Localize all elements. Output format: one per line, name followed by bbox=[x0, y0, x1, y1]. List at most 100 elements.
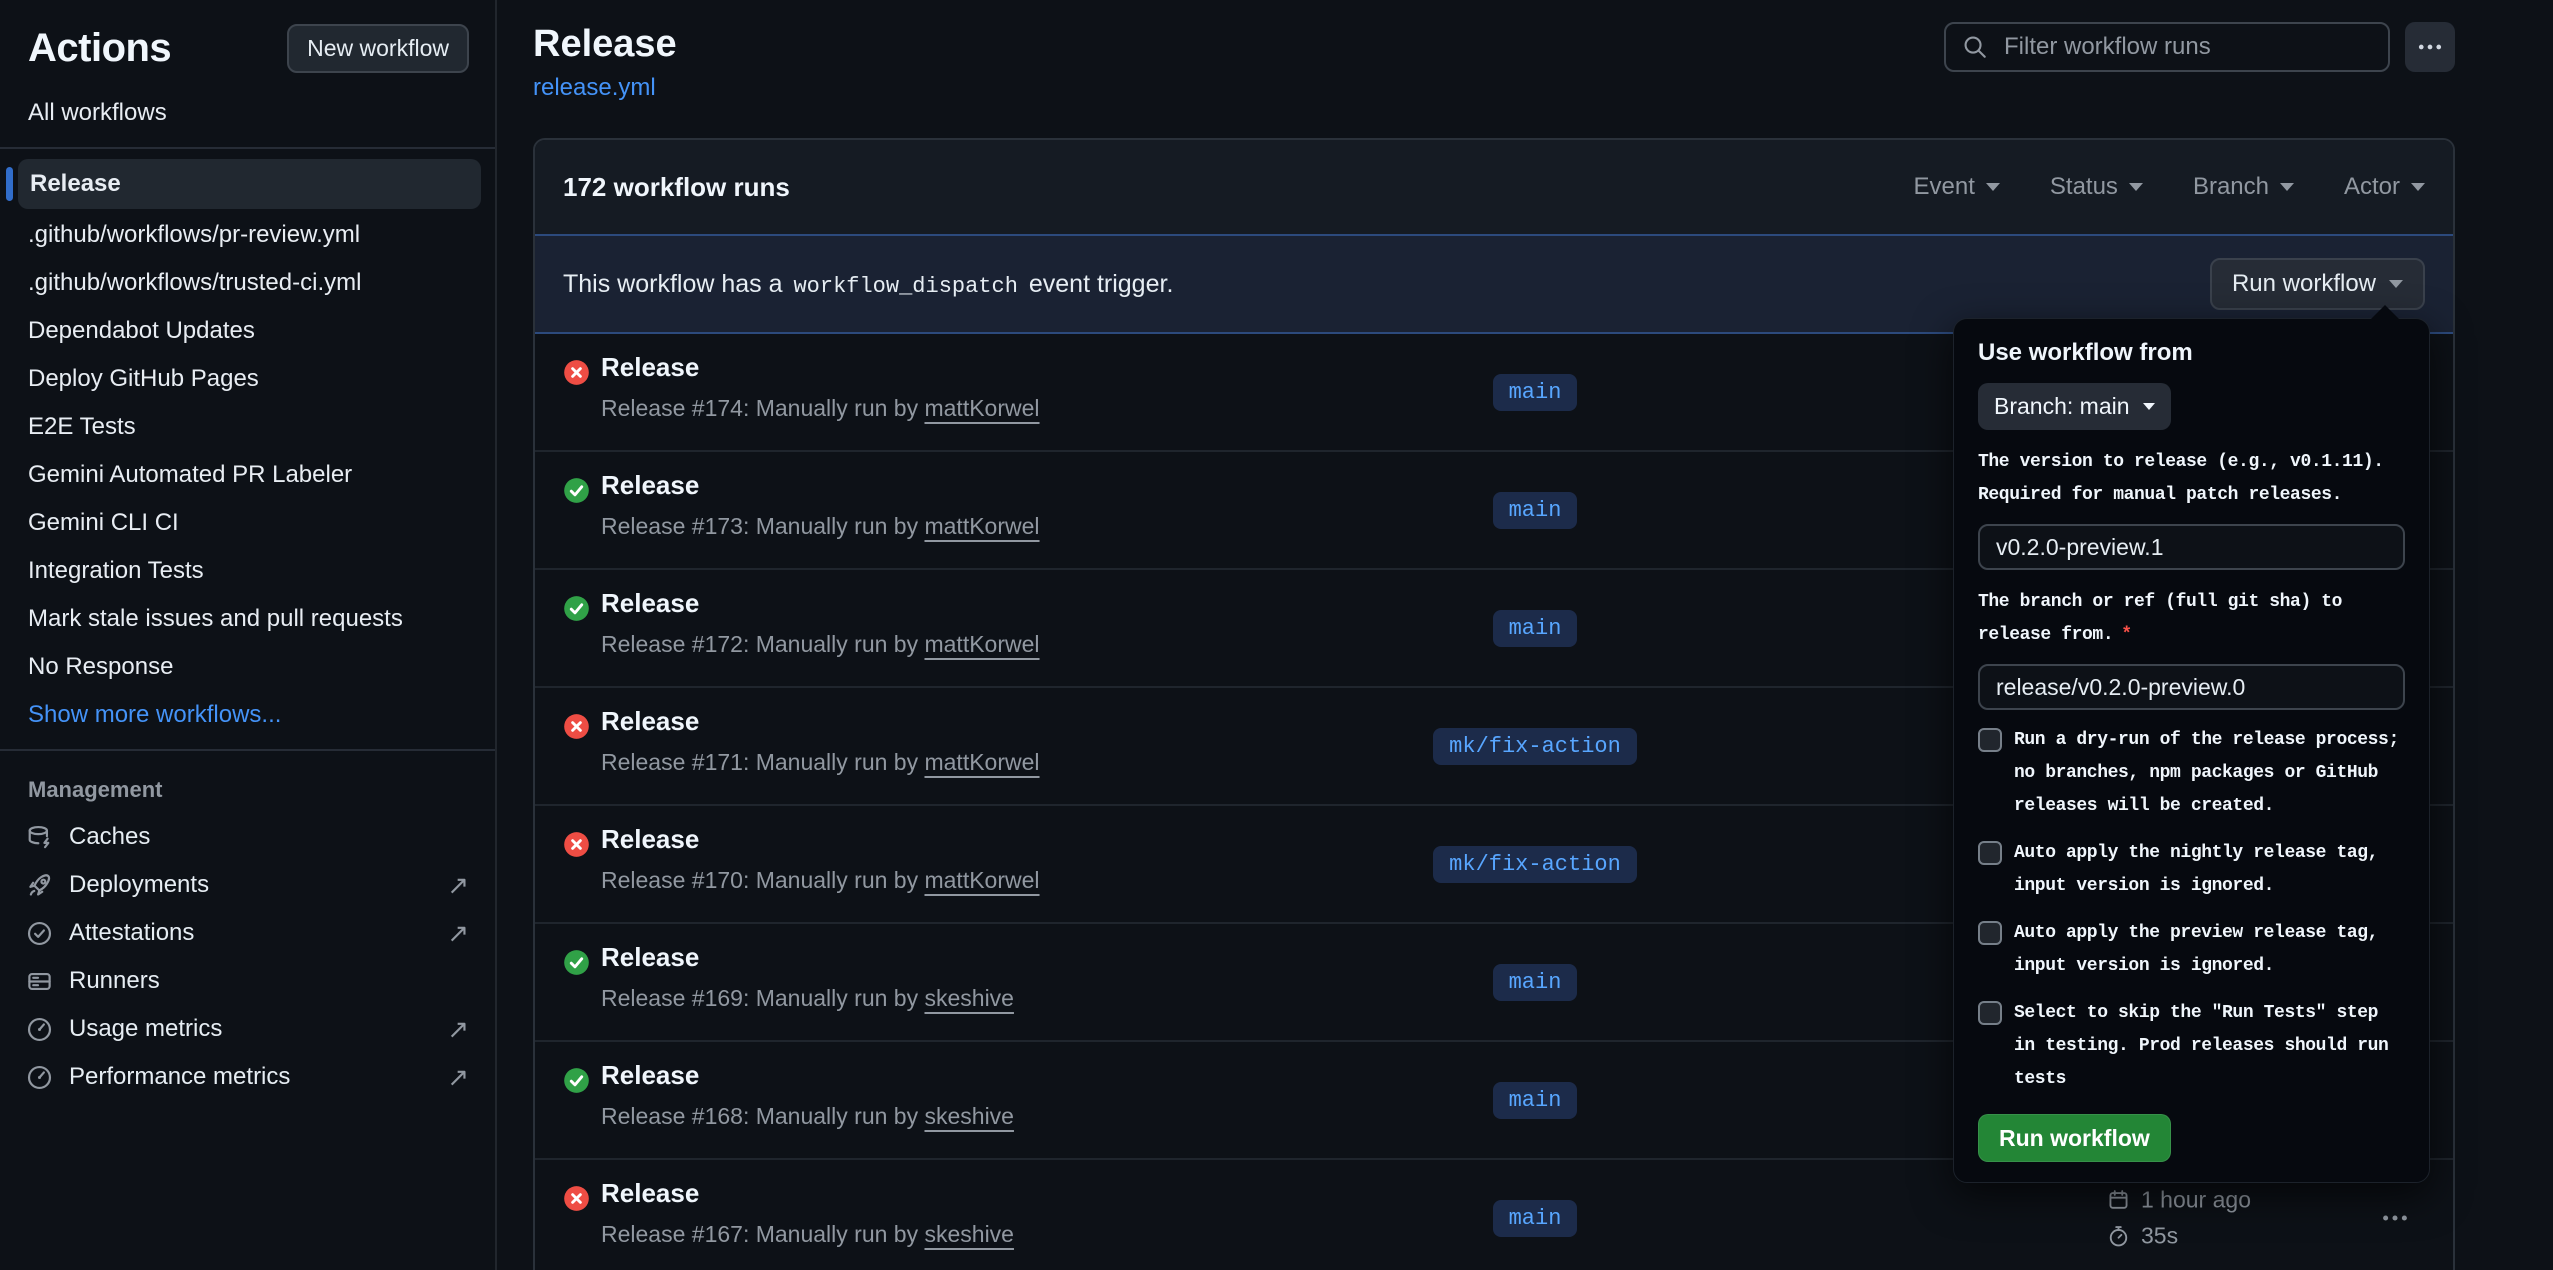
failure-icon bbox=[563, 713, 590, 740]
filter-label-text: Status bbox=[2050, 173, 2118, 201]
sidebar: Actions New workflow All workflows Relea… bbox=[0, 0, 497, 1270]
sidebar-item-no-response[interactable]: No Response bbox=[0, 643, 495, 691]
popover-fields: The version to release (e.g., v0.1.11). … bbox=[1978, 446, 2405, 710]
filter-branch-dropdown[interactable]: Branch bbox=[2193, 173, 2294, 201]
meter-icon bbox=[26, 1016, 53, 1043]
input-description-text: The version to release (e.g., v0.1.11). … bbox=[1978, 452, 2384, 505]
filter-status-dropdown[interactable]: Status bbox=[2050, 173, 2143, 201]
sidebar-item-usage-metrics[interactable]: Usage metrics↗ bbox=[0, 1005, 495, 1053]
management-item-label: Deployments bbox=[69, 871, 209, 899]
actor-link[interactable]: mattKorwel bbox=[924, 513, 1039, 539]
run-title-link[interactable]: Release bbox=[601, 352, 699, 383]
filter-workflow-runs-input[interactable] bbox=[2002, 32, 2372, 62]
server-icon bbox=[26, 968, 53, 995]
selected-accent-bar bbox=[6, 167, 13, 201]
workflow-options-kebab-button[interactable] bbox=[2405, 22, 2455, 72]
run-time-column: 1 hour ago 35s bbox=[2107, 1187, 2251, 1250]
run-workflow-dropdown-button[interactable]: Run workflow bbox=[2210, 258, 2425, 310]
sidebar-item-deployments[interactable]: Deployments↗ bbox=[0, 861, 495, 909]
sidebar-item-gemini-automated-pr-labeler[interactable]: Gemini Automated PR Labeler bbox=[0, 451, 495, 499]
run-time-text: 1 hour ago bbox=[2141, 1187, 2251, 1214]
branch-selector-button[interactable]: Branch: main bbox=[1978, 383, 2171, 430]
sidebar-item-deploy-github-pages[interactable]: Deploy GitHub Pages bbox=[0, 355, 495, 403]
sidebar-item-label: Dependabot Updates bbox=[28, 317, 255, 345]
sidebar-item-gemini-cli-ci[interactable]: Gemini CLI CI bbox=[0, 499, 495, 547]
checkbox-row: Auto apply the preview release tag, inpu… bbox=[1978, 917, 2405, 983]
run-title-link[interactable]: Release bbox=[601, 470, 699, 501]
branch-badge[interactable]: mk/fix-action bbox=[1433, 728, 1637, 765]
actor-link[interactable]: mattKorwel bbox=[924, 749, 1039, 775]
sidebar-item-caches[interactable]: Caches bbox=[0, 813, 495, 861]
run-title-link[interactable]: Release bbox=[601, 706, 699, 737]
runs-count: 172 workflow runs bbox=[563, 172, 790, 203]
sidebar-item-label: No Response bbox=[28, 653, 173, 681]
filter-event-dropdown[interactable]: Event bbox=[1914, 173, 2000, 201]
checkbox[interactable] bbox=[1978, 1001, 2002, 1025]
show-more-workflows-link[interactable]: Show more workflows... bbox=[0, 691, 495, 739]
external-link-icon: ↗ bbox=[447, 918, 469, 949]
caret-down-icon bbox=[2143, 403, 2155, 410]
sidebar-item-performance-metrics[interactable]: Performance metrics↗ bbox=[0, 1053, 495, 1101]
branch-badge[interactable]: mk/fix-action bbox=[1433, 846, 1637, 883]
branch-badge[interactable]: main bbox=[1493, 1200, 1578, 1237]
run-description-text: Release #171: Manually run by bbox=[601, 749, 924, 775]
checkbox[interactable] bbox=[1978, 921, 2002, 945]
actor-link[interactable]: mattKorwel bbox=[924, 867, 1039, 893]
checkbox-label[interactable]: Auto apply the nightly release tag, inpu… bbox=[2014, 837, 2405, 903]
filter-label-text: Branch bbox=[2193, 173, 2269, 201]
new-workflow-button[interactable]: New workflow bbox=[287, 24, 469, 73]
actor-link[interactable]: mattKorwel bbox=[924, 395, 1039, 421]
workflow-input-field[interactable] bbox=[1978, 664, 2405, 710]
actor-link[interactable]: mattKorwel bbox=[924, 631, 1039, 657]
sidebar-item-all-workflows[interactable]: All workflows bbox=[0, 89, 495, 137]
run-title-link[interactable]: Release bbox=[601, 824, 699, 855]
filter-actor-dropdown[interactable]: Actor bbox=[2344, 173, 2425, 201]
sidebar-item-dependabot-updates[interactable]: Dependabot Updates bbox=[0, 307, 495, 355]
sidebar-item-integration-tests[interactable]: Integration Tests bbox=[0, 547, 495, 595]
caret-down-icon bbox=[2389, 280, 2403, 288]
branch-column: mk/fix-action bbox=[1415, 688, 1655, 804]
actor-link[interactable]: skeshive bbox=[924, 1221, 1013, 1247]
branch-badge[interactable]: main bbox=[1493, 1082, 1578, 1119]
branch-badge[interactable]: main bbox=[1493, 964, 1578, 1001]
sidebar-item-github-workflows-trusted-ci-yml[interactable]: .github/workflows/trusted-ci.yml bbox=[0, 259, 495, 307]
run-description-text: Release #173: Manually run by bbox=[601, 513, 924, 539]
branch-badge[interactable]: main bbox=[1493, 374, 1578, 411]
run-description: Release #174: Manually run by mattKorwel bbox=[601, 395, 1040, 422]
workflow-input-field[interactable] bbox=[1978, 524, 2405, 570]
run-kebab-icon[interactable] bbox=[2380, 1203, 2410, 1233]
checkbox-label[interactable]: Auto apply the preview release tag, inpu… bbox=[2014, 917, 2405, 983]
run-description-text: Release #168: Manually run by bbox=[601, 1103, 924, 1129]
run-title-link[interactable]: Release bbox=[601, 588, 699, 619]
sidebar-item-github-workflows-pr-review-yml[interactable]: .github/workflows/pr-review.yml bbox=[0, 211, 495, 259]
actor-link[interactable]: skeshive bbox=[924, 1103, 1013, 1129]
checkbox[interactable] bbox=[1978, 841, 2002, 865]
sidebar-item-attestations[interactable]: Attestations↗ bbox=[0, 909, 495, 957]
run-duration: 35s bbox=[2107, 1223, 2251, 1250]
checkbox[interactable] bbox=[1978, 728, 2002, 752]
workflow-file-link[interactable]: release.yml bbox=[533, 74, 656, 102]
branch-badge[interactable]: main bbox=[1493, 492, 1578, 529]
sidebar-item-runners[interactable]: Runners bbox=[0, 957, 495, 1005]
actor-link[interactable]: skeshive bbox=[924, 985, 1013, 1011]
required-asterisk: * bbox=[2121, 625, 2131, 645]
sidebar-item-e2e-tests[interactable]: E2E Tests bbox=[0, 403, 495, 451]
failure-icon bbox=[563, 359, 590, 386]
branch-column: main bbox=[1415, 452, 1655, 568]
popover-checkboxes: Run a dry-run of the release process; no… bbox=[1978, 724, 2405, 1096]
filter-workflow-runs-box bbox=[1944, 22, 2390, 72]
run-title-link[interactable]: Release bbox=[601, 1060, 699, 1091]
branch-badge[interactable]: main bbox=[1493, 610, 1578, 647]
checkbox-label[interactable]: Run a dry-run of the release process; no… bbox=[2014, 724, 2405, 823]
sidebar-item-release[interactable]: Release bbox=[18, 159, 481, 209]
sidebar-item-mark-stale-issues-and-pull-requests[interactable]: Mark stale issues and pull requests bbox=[0, 595, 495, 643]
runs-list-header: 172 workflow runs Event Status Branch Actor bbox=[535, 140, 2453, 234]
run-title-link[interactable]: Release bbox=[601, 942, 699, 973]
checkbox-label[interactable]: Select to skip the "Run Tests" step in t… bbox=[2014, 997, 2405, 1096]
run-workflow-submit-button[interactable]: Run workflow bbox=[1978, 1114, 2171, 1162]
run-description: Release #169: Manually run by skeshive bbox=[601, 985, 1014, 1012]
run-title-link[interactable]: Release bbox=[601, 1178, 699, 1209]
caret-down-icon bbox=[2129, 183, 2143, 191]
sidebar-divider bbox=[0, 749, 495, 751]
management-list: CachesDeployments↗Attestations↗RunnersUs… bbox=[0, 813, 495, 1101]
